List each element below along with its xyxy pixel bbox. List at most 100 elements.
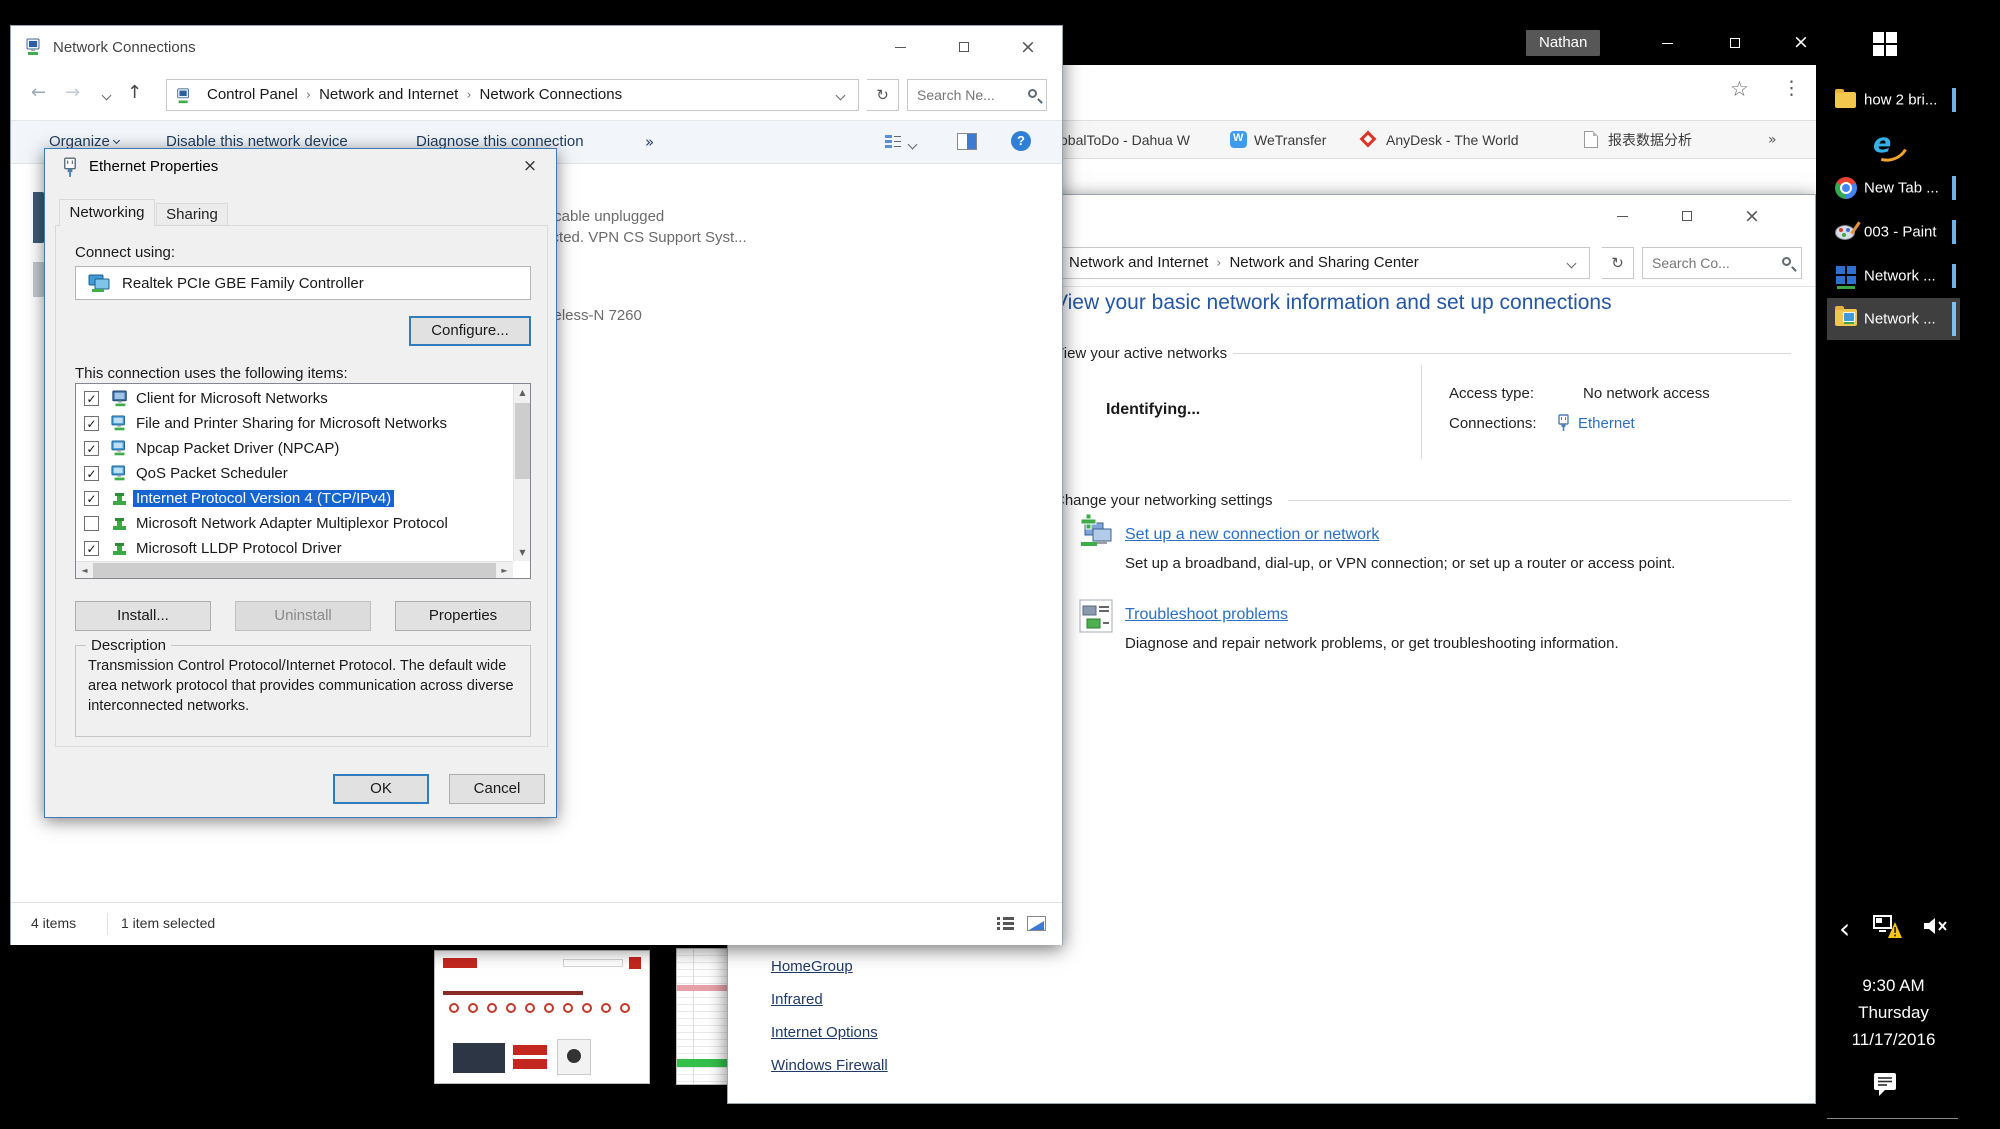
breadcrumb-sharing-center[interactable]: Network and Sharing Center	[1229, 254, 1418, 271]
horizontal-scrollbar[interactable]: ◄ ►	[76, 561, 513, 578]
item-label: Client for Microsoft Networks	[136, 390, 328, 407]
refresh-icon[interactable]: ↻	[867, 79, 899, 111]
chevron-down-icon[interactable]	[1567, 259, 1577, 269]
checkbox-checked[interactable]: ✓	[84, 441, 99, 456]
maximize-button[interactable]	[1665, 195, 1709, 237]
details-view-icon[interactable]	[997, 917, 1015, 931]
help-icon[interactable]: ?	[1011, 131, 1031, 151]
bookmark-wetransfer[interactable]: WeTransfer	[1254, 121, 1326, 159]
see-also-windows-firewall-link[interactable]: Windows Firewall	[771, 1057, 888, 1074]
uninstall-button[interactable]: Uninstall	[235, 601, 371, 631]
scroll-down-icon[interactable]: ▼	[514, 544, 531, 561]
minimize-button[interactable]	[878, 26, 922, 68]
taskbar-item-internet-explorer[interactable]: e	[1827, 124, 1960, 162]
checkbox-checked[interactable]: ✓	[84, 491, 99, 506]
see-also-infrared-link[interactable]: Infrared	[771, 991, 823, 1008]
close-button[interactable]: ×	[1730, 195, 1774, 237]
show-hidden-icons-chevron[interactable]: ‹	[1839, 912, 1850, 945]
properties-button[interactable]: Properties	[395, 601, 531, 631]
breadcrumb-network-connections[interactable]: Network Connections	[480, 86, 623, 103]
see-also-homegroup-link[interactable]: HomeGroup	[771, 958, 853, 975]
browser-menu-icon[interactable]: ⋮	[1782, 77, 1801, 99]
view-options-icon[interactable]	[884, 134, 902, 150]
network-warning-tray-icon[interactable]	[1873, 914, 1903, 940]
refresh-icon[interactable]: ↻	[1602, 247, 1634, 279]
list-item[interactable]: ✓ Npcap Packet Driver (NPCAP)	[80, 437, 495, 462]
forward-icon[interactable]: →	[65, 82, 80, 103]
list-item[interactable]: ✓ QoS Packet Scheduler	[80, 462, 495, 487]
back-icon[interactable]: ←	[31, 82, 46, 103]
chevron-down-icon[interactable]	[908, 140, 918, 150]
dahua-support-page-thumbnail[interactable]	[434, 950, 650, 1084]
connection-items-list[interactable]: ✓ Client for Microsoft Networks ✓ File a…	[75, 383, 531, 579]
thumbnails-view-icon[interactable]	[1027, 916, 1046, 931]
list-item[interactable]: ✓ Client for Microsoft Networks	[80, 387, 495, 412]
taskbar-clock[interactable]: 9:30 AM Thursday 11/17/2016	[1827, 972, 1960, 1053]
tab-networking[interactable]: Networking	[59, 199, 155, 226]
new-connection-icon	[1077, 513, 1115, 551]
ethernet-plug-icon	[61, 157, 79, 178]
tab-sharing[interactable]: Sharing	[156, 203, 228, 226]
search-input[interactable]: Search Ne...	[907, 79, 1047, 111]
breadcrumb[interactable]: Control Panel›Network and Internet›Netwo…	[166, 79, 859, 111]
bookmark-globaltodo[interactable]: GlobalToDo - Dahua W	[1046, 121, 1190, 159]
bookmark-report-analysis[interactable]: 报表数据分析	[1608, 121, 1692, 159]
checkbox-unchecked[interactable]	[84, 516, 99, 531]
action-center-icon[interactable]	[1873, 1072, 1897, 1096]
breadcrumb[interactable]: Network and Internet›Network and Sharing…	[1054, 247, 1590, 279]
bookmarks-overflow-chevron[interactable]: »	[1768, 121, 1777, 159]
item-label: Microsoft Network Adapter Multiplexor Pr…	[136, 515, 448, 532]
taskbar-item-network-connections-active[interactable]: Network ...	[1827, 298, 1960, 340]
history-chevron-icon[interactable]	[102, 91, 112, 101]
chevron-down-icon[interactable]	[836, 91, 846, 101]
ok-button[interactable]: OK	[333, 774, 429, 804]
vertical-scrollbar[interactable]: ▲ ▼	[513, 384, 530, 561]
troubleshoot-problems-link[interactable]: Troubleshoot problems	[1125, 606, 1288, 624]
clock-date: 11/17/2016	[1827, 1026, 1960, 1053]
maximize-button[interactable]	[942, 26, 986, 68]
minimize-button[interactable]	[1645, 25, 1689, 59]
bookmark-anydesk[interactable]: AnyDesk - The World	[1386, 121, 1519, 159]
close-icon[interactable]: ×	[510, 149, 550, 185]
scroll-right-icon[interactable]: ►	[496, 562, 513, 579]
close-button[interactable]: ×	[1779, 25, 1823, 59]
list-item[interactable]: ✓ File and Printer Sharing for Microsoft…	[80, 412, 495, 437]
taskbar: how 2 bri... e New Tab ... 003 - Paint N…	[1827, 0, 2000, 1129]
breadcrumb-network-and-internet[interactable]: Network and Internet	[1069, 254, 1208, 271]
item-label: File and Printer Sharing for Microsoft N…	[136, 415, 447, 432]
breadcrumb-network-and-internet[interactable]: Network and Internet	[319, 86, 458, 103]
configure-button[interactable]: Configure...	[409, 316, 531, 346]
scroll-up-icon[interactable]: ▲	[514, 384, 531, 401]
list-item-selected[interactable]: ✓ Internet Protocol Version 4 (TCP/IPv4)	[80, 487, 495, 512]
search-input[interactable]: Search Co...	[1642, 247, 1802, 279]
checkbox-checked[interactable]: ✓	[84, 541, 99, 556]
start-button[interactable]	[1873, 32, 1898, 57]
up-icon[interactable]: ↑	[127, 82, 142, 103]
list-item[interactable]: Microsoft Network Adapter Multiplexor Pr…	[80, 512, 495, 537]
checkbox-checked[interactable]: ✓	[84, 391, 99, 406]
taskbar-item-paint[interactable]: 003 - Paint	[1827, 214, 1960, 250]
scrollbar-thumb[interactable]	[515, 403, 530, 479]
scrollbar-thumb[interactable]	[93, 563, 496, 578]
checkbox-checked[interactable]: ✓	[84, 466, 99, 481]
cancel-button[interactable]: Cancel	[449, 774, 545, 804]
minimize-button[interactable]	[1600, 195, 1644, 237]
more-commands-chevron[interactable]: »	[645, 133, 654, 151]
volume-muted-icon[interactable]	[1923, 917, 1949, 935]
checkbox-checked[interactable]: ✓	[84, 416, 99, 431]
close-button[interactable]: ×	[1006, 26, 1050, 68]
scroll-left-icon[interactable]: ◄	[76, 562, 93, 579]
show-desktop-divider[interactable]	[1827, 1118, 1958, 1119]
preview-pane-icon[interactable]	[957, 133, 977, 150]
access-type-label: Access type:	[1449, 385, 1534, 402]
install-button[interactable]: Install...	[75, 601, 211, 631]
setup-new-connection-link[interactable]: Set up a new connection or network	[1125, 526, 1379, 544]
see-also-internet-options-link[interactable]: Internet Options	[771, 1024, 878, 1041]
taskbar-item-new-tab[interactable]: New Tab ...	[1827, 170, 1960, 206]
taskbar-item-network[interactable]: Network ...	[1827, 258, 1960, 294]
ethernet-link[interactable]: Ethernet	[1578, 415, 1635, 432]
maximize-button[interactable]	[1713, 25, 1757, 59]
bookmark-star-icon[interactable]: ☆	[1730, 77, 1749, 101]
list-item[interactable]: ✓ Microsoft LLDP Protocol Driver	[80, 537, 495, 562]
taskbar-item-how-2-bri[interactable]: how 2 bri...	[1827, 84, 1960, 116]
